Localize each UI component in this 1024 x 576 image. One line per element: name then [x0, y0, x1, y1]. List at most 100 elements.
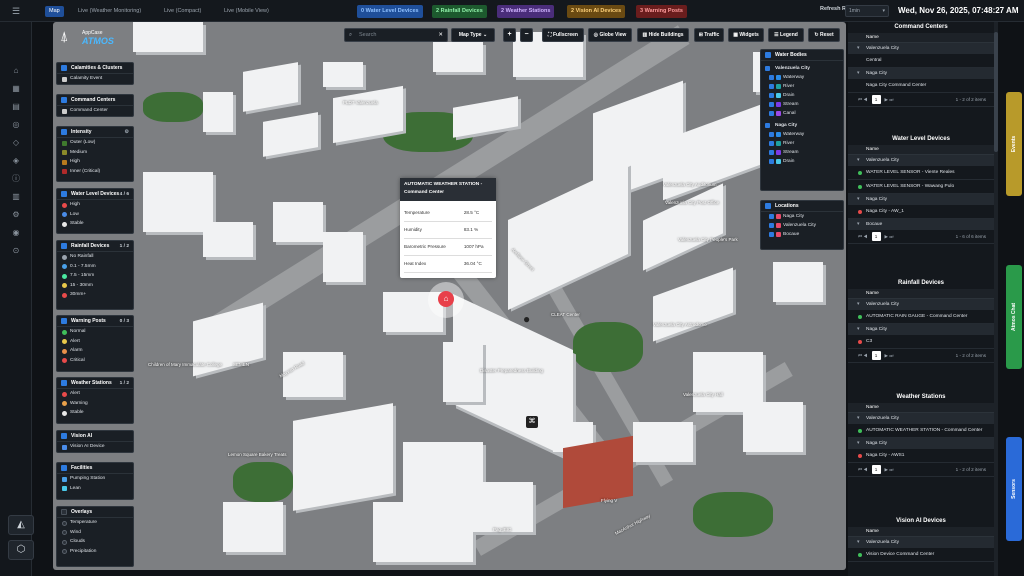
info-icon[interactable]: ⓘ — [10, 174, 22, 184]
scrollbar[interactable] — [994, 22, 998, 576]
checkbox[interactable] — [61, 318, 67, 324]
checkbox[interactable] — [61, 465, 67, 471]
widgets-button[interactable]: ▦ Widgets — [728, 28, 764, 42]
globe-icon[interactable]: ◎ — [10, 120, 22, 130]
tab-live-compact[interactable]: Live (Compact) — [160, 6, 205, 17]
checkbox[interactable] — [769, 150, 774, 155]
tab-live-mobile[interactable]: Live (Mobile View) — [220, 6, 273, 17]
device-row[interactable]: Vision Device Command Center — [848, 548, 994, 562]
water-body-item[interactable]: Waterway — [761, 130, 843, 139]
settings-icon[interactable]: ⚙ — [10, 210, 22, 220]
tab-map[interactable]: Map — [45, 6, 64, 17]
group-row[interactable]: Naga City — [848, 194, 994, 205]
status-chip[interactable]: 0 Water Level Devices — [357, 5, 423, 18]
checkbox[interactable] — [769, 223, 774, 228]
overlay-option[interactable]: Temperature — [57, 518, 133, 528]
status-chip[interactable]: 2 Rainfall Devices — [432, 5, 487, 18]
device-row[interactable]: Naga City - AWS1 — [848, 449, 994, 463]
checkbox[interactable] — [61, 191, 67, 197]
weather-station-marker-icon[interactable]: ⌂ — [438, 291, 454, 307]
group-row[interactable]: Bocaue — [848, 219, 994, 230]
group-row[interactable]: Naga City — [848, 68, 994, 79]
water-body-item[interactable]: River — [761, 139, 843, 148]
device-row[interactable]: C3 — [848, 335, 994, 349]
gear-icon[interactable]: ⚙ — [125, 127, 129, 138]
events-side-tab[interactable]: Events — [1006, 92, 1022, 196]
column-header[interactable]: Name — [848, 527, 994, 537]
radio-button[interactable] — [62, 549, 67, 554]
overlay-option[interactable]: Wind — [57, 528, 133, 538]
menu-toggle-icon[interactable]: ☰ — [12, 6, 20, 17]
location-item[interactable]: Naga City — [761, 212, 843, 221]
device-row[interactable]: Naga City - AW_1 — [848, 205, 994, 219]
water-body-item[interactable]: Stream — [761, 100, 843, 109]
page-number-button[interactable]: 1 — [871, 232, 881, 241]
checkbox[interactable] — [765, 203, 771, 209]
radio-button[interactable] — [62, 539, 67, 545]
checkbox[interactable] — [61, 433, 67, 439]
group-row[interactable]: Valenzuela City — [848, 537, 994, 548]
water-group-header[interactable]: Naga City — [761, 121, 843, 130]
location-item[interactable]: Bocaue — [761, 230, 843, 239]
water-body-item[interactable]: Drain — [761, 91, 843, 100]
map-search-input[interactable]: ⌕ Search ✕ — [344, 28, 448, 42]
water-body-item[interactable]: Canal — [761, 109, 843, 118]
checkbox[interactable] — [769, 84, 774, 89]
refresh-rate-select[interactable]: 1min ▾ — [845, 5, 889, 17]
group-row[interactable]: Naga City — [848, 438, 994, 449]
checkbox[interactable] — [769, 75, 774, 80]
map-canvas[interactable]: Flying V MacArthur Highway Mayvan Road A… — [53, 22, 846, 570]
cube-view-button[interactable]: ⬡ — [8, 540, 34, 560]
water-body-item[interactable]: Waterway — [761, 73, 843, 82]
checkbox[interactable] — [769, 102, 774, 107]
map-pin-icon[interactable]: ● — [523, 312, 530, 326]
checkbox[interactable] — [769, 232, 774, 237]
page-number-button[interactable]: 1 — [871, 465, 881, 474]
zoom-out-button[interactable]: − — [520, 28, 533, 42]
map-type-select[interactable]: Map Type ⌄ — [451, 28, 495, 42]
checkbox[interactable] — [769, 141, 774, 146]
group-row[interactable]: Valenzuela City — [848, 299, 994, 310]
traffic-button[interactable]: ⊞ Traffic — [694, 28, 724, 42]
column-header[interactable]: Name — [848, 145, 994, 155]
water-body-item[interactable]: River — [761, 82, 843, 91]
overlay-option[interactable]: Precipitation — [57, 547, 133, 557]
checkbox[interactable] — [769, 159, 774, 164]
status-chip[interactable]: 2 Vision AI Devices — [567, 5, 626, 18]
checkbox[interactable] — [769, 111, 774, 116]
location-icon[interactable]: ⊙ — [10, 246, 22, 256]
checkbox[interactable] — [61, 97, 67, 103]
checkbox[interactable] — [61, 65, 67, 71]
atmos-chat-side-tab[interactable]: Atmos Chat — [1006, 265, 1022, 369]
column-header[interactable]: Name — [848, 33, 994, 43]
group-row[interactable]: Valenzuela City — [848, 155, 994, 166]
checkbox[interactable] — [61, 509, 67, 515]
legend-button[interactable]: ☰ Legend — [768, 28, 804, 42]
device-row[interactable]: AUTOMATIC RAIN GAUGE - Command Center — [848, 310, 994, 324]
layer-toggle-button[interactable]: ◭ — [8, 515, 34, 535]
checkbox[interactable] — [765, 66, 770, 71]
radio-button[interactable] — [62, 520, 67, 526]
checkbox[interactable] — [769, 214, 774, 219]
checkbox[interactable] — [769, 93, 774, 98]
close-icon[interactable]: ✕ — [438, 29, 443, 41]
group-row[interactable]: Naga City — [848, 324, 994, 335]
dashboard-icon[interactable]: ▤ — [10, 102, 22, 112]
alert-icon[interactable]: ◈ — [10, 156, 22, 166]
scrollbar-thumb[interactable] — [994, 32, 998, 152]
group-row[interactable]: Valenzuela City — [848, 413, 994, 424]
zoom-in-button[interactable]: + — [503, 28, 516, 42]
checkbox[interactable] — [61, 380, 67, 386]
fullscreen-button[interactable]: ⛶ Fullscreen — [542, 28, 584, 42]
checkbox[interactable] — [765, 123, 770, 128]
device-row[interactable]: WATER LEVEL SENSOR - Wawang Pulo — [848, 180, 994, 194]
device-row[interactable]: AUTOMATIC WEATHER STATION - Command Cent… — [848, 424, 994, 438]
grid-icon[interactable]: ▦ — [10, 84, 22, 94]
globe-view-button[interactable]: ◎ Globe View — [588, 28, 632, 42]
page-number-button[interactable]: 1 — [871, 95, 881, 104]
water-body-item[interactable]: Stream — [761, 148, 843, 157]
location-item[interactable]: Valenzuela City — [761, 221, 843, 230]
chart-icon[interactable]: ▥ — [10, 192, 22, 202]
hide-buildings-button[interactable]: ▥ Hide Buildings — [637, 28, 689, 42]
water-drop-icon[interactable]: ◇ — [10, 138, 22, 148]
